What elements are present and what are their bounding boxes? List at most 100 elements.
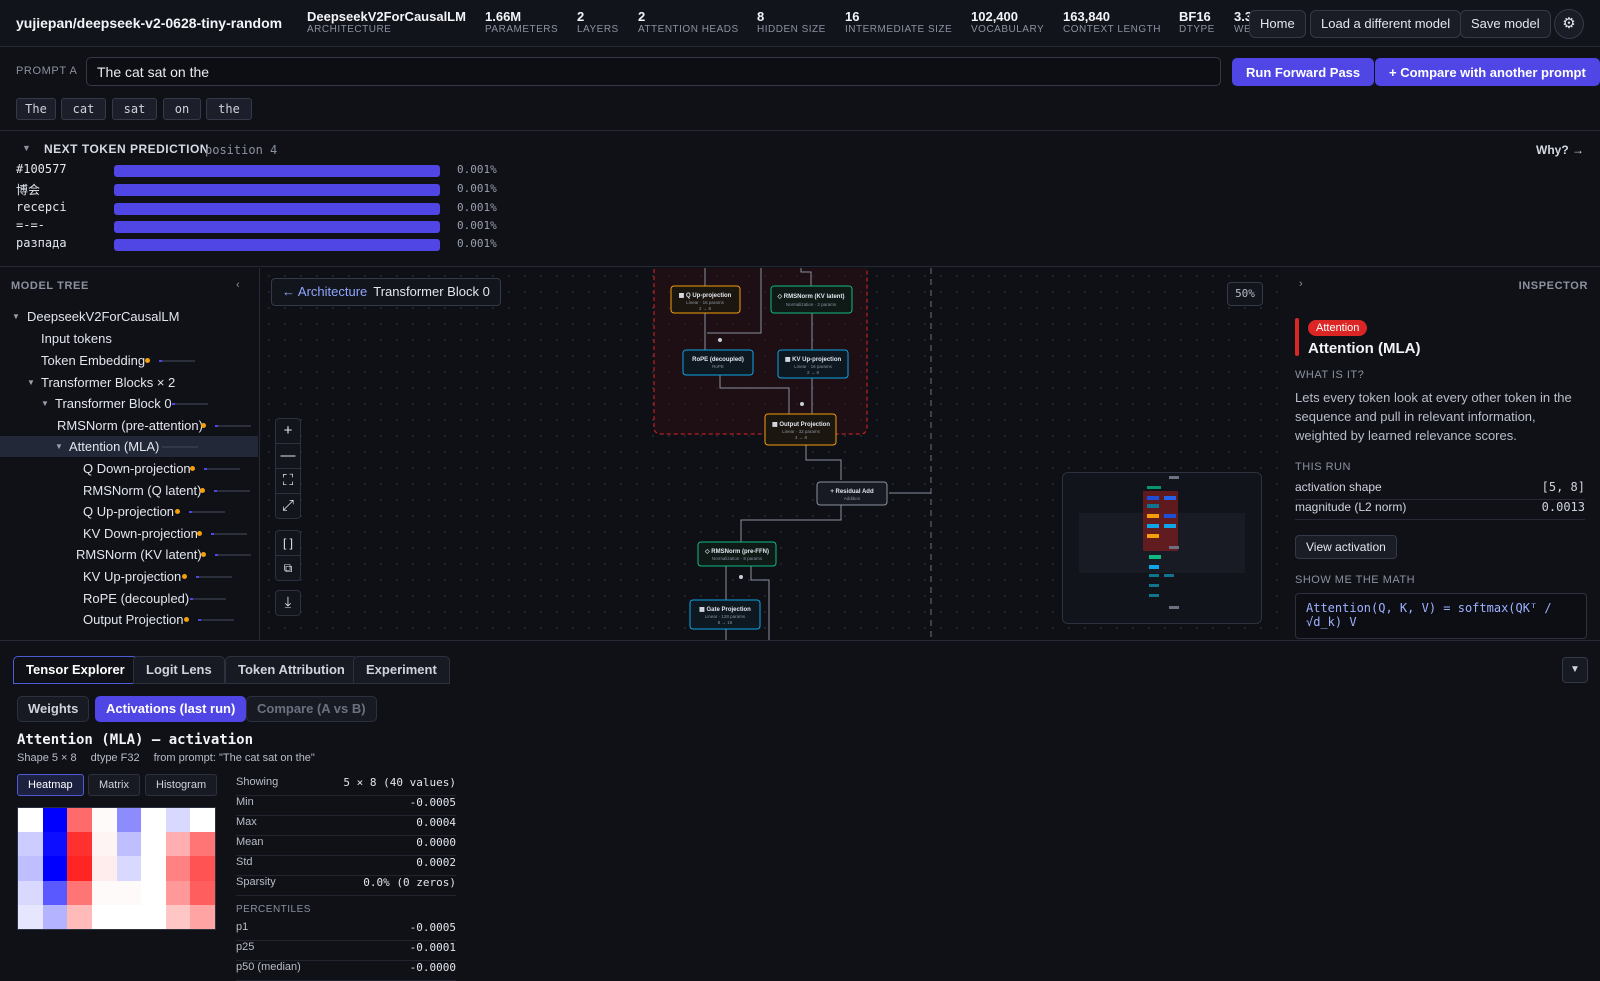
tree-item-input-tokens[interactable]: Input tokens	[0, 328, 258, 349]
token-chip[interactable]: cat	[61, 98, 106, 120]
heatmap-cell[interactable]	[141, 880, 166, 905]
heatmap-cell[interactable]	[67, 880, 92, 905]
token-chip[interactable]: the	[206, 98, 252, 120]
run-forward-pass-button[interactable]: Run Forward Pass	[1232, 58, 1375, 86]
caret-down-icon[interactable]: ▼	[55, 436, 63, 457]
collapse-inspector-icon[interactable]: ›	[1299, 278, 1303, 290]
heatmap-cell[interactable]	[42, 832, 68, 857]
heatmap-cell[interactable]	[18, 904, 43, 929]
matrix-view-button[interactable]: Matrix	[88, 774, 140, 796]
collapse-sidebar-icon[interactable]: ‹	[236, 279, 240, 291]
activations-toggle[interactable]: Activations (last run)	[95, 696, 247, 722]
graph-canvas[interactable]: ▦ Q Up-projection Linear · 16 params 2 →…	[261, 268, 1280, 640]
back-to-architecture-link[interactable]: ← Architecture	[282, 284, 367, 299]
heatmap-cell[interactable]	[141, 832, 166, 857]
tree-item-rmsnorm-q-latent[interactable]: RMSNorm (Q latent)	[0, 480, 258, 501]
heatmap-cell[interactable]	[42, 880, 68, 905]
why-link[interactable]: Why? →	[1536, 143, 1584, 157]
token-chip[interactable]: The	[16, 98, 56, 120]
save-model-button[interactable]: Save model	[1460, 10, 1551, 38]
heatmap-cell[interactable]	[91, 880, 117, 905]
gear-icon[interactable]: ⚙	[1554, 9, 1584, 39]
tree-item-kv-up-projection[interactable]: KV Up-projection	[0, 566, 258, 587]
caret-down-icon[interactable]: ▼	[12, 306, 20, 327]
heatmap-cell[interactable]	[67, 856, 92, 881]
caret-down-icon[interactable]: ▼	[27, 372, 35, 393]
token-chip[interactable]: sat	[112, 98, 157, 120]
heatmap-cell[interactable]	[116, 832, 142, 857]
heatmap-cell[interactable]	[165, 832, 191, 857]
heatmap-cell[interactable]	[91, 904, 117, 929]
node-residual-add[interactable]: + Residual Add Addition	[816, 481, 888, 506]
tab-token-attribution[interactable]: Token Attribution	[225, 656, 358, 684]
heatmap-cell[interactable]	[190, 880, 215, 905]
heatmap-cell[interactable]	[165, 880, 191, 905]
load-model-button[interactable]: Load a different model	[1310, 10, 1462, 38]
heatmap-cell[interactable]	[67, 808, 92, 833]
heatmap-cell[interactable]	[18, 880, 43, 905]
tab-logit-lens[interactable]: Logit Lens	[133, 656, 225, 684]
compare-prompt-button[interactable]: + Compare with another prompt	[1375, 58, 1600, 86]
heatmap-cell[interactable]	[141, 856, 166, 881]
heatmap-cell[interactable]	[165, 904, 191, 929]
tree-item-q-up-projection[interactable]: Q Up-projection	[0, 501, 258, 522]
brackets-icon[interactable]: [ ]	[275, 530, 301, 556]
heatmap-cell[interactable]	[190, 808, 215, 833]
heatmap-cell[interactable]	[165, 856, 191, 881]
heatmap-cell[interactable]	[67, 832, 92, 857]
tree-item-rmsnorm-pre-attention[interactable]: RMSNorm (pre-attention)	[0, 415, 258, 436]
minimap[interactable]	[1062, 472, 1262, 624]
node-kv-up-projection[interactable]: ▦ KV Up-projection Linear · 16 params 2 …	[777, 349, 849, 379]
heatmap-cell[interactable]	[141, 808, 166, 833]
chevron-down-icon[interactable]: ▼	[1562, 657, 1588, 683]
heatmap-view-button[interactable]: Heatmap	[17, 774, 84, 796]
heatmap-cell[interactable]	[116, 856, 142, 881]
show-math-heading[interactable]: SHOW ME THE MATH	[1295, 574, 1415, 586]
tab-tensor-explorer[interactable]: Tensor Explorer	[13, 656, 138, 684]
tree-item-attention-mla[interactable]: ▼ Attention (MLA)	[0, 436, 258, 457]
view-activation-button[interactable]: View activation	[1295, 535, 1397, 559]
heatmap-cell[interactable]	[91, 832, 117, 857]
tree-item-transformer-block-0[interactable]: ▼ Transformer Block 0	[0, 393, 258, 414]
home-button[interactable]: Home	[1249, 10, 1306, 38]
token-chip[interactable]: on	[163, 98, 201, 120]
heatmap-cell[interactable]	[18, 808, 43, 833]
heatmap-cell[interactable]	[91, 856, 117, 881]
node-q-up-projection[interactable]: ▦ Q Up-projection Linear · 16 params 2 →…	[670, 285, 741, 314]
weights-toggle[interactable]: Weights	[17, 696, 90, 722]
heatmap-cell[interactable]	[67, 904, 92, 929]
collapse-caret-icon[interactable]: ▼	[22, 143, 31, 153]
node-rope-decoupled[interactable]: RoPE (decoupled) RoPE	[682, 349, 754, 376]
heatmap-cell[interactable]	[42, 856, 68, 881]
heatmap-cell[interactable]	[116, 904, 142, 929]
heatmap-cell[interactable]	[190, 856, 215, 881]
fit-view-icon[interactable]: ⛶	[275, 468, 301, 494]
tree-item-token-embedding[interactable]: Token Embedding	[0, 350, 258, 371]
tree-item-root[interactable]: ▼ DeepseekV2ForCausalLM	[0, 306, 258, 327]
tree-item-q-down-projection[interactable]: Q Down-projection	[0, 458, 258, 479]
heatmap-cell[interactable]	[91, 808, 117, 833]
heatmap-cell[interactable]	[165, 808, 191, 833]
heatmap-cell[interactable]	[116, 808, 142, 833]
prompt-input[interactable]	[86, 57, 1221, 86]
expand-icon[interactable]: ⤢	[275, 493, 301, 519]
copy-icon[interactable]: ⧉	[275, 555, 301, 581]
caret-down-icon[interactable]: ▼	[41, 393, 49, 414]
zoom-in-icon[interactable]: +	[275, 418, 301, 444]
histogram-view-button[interactable]: Histogram	[145, 774, 218, 796]
heatmap-cell[interactable]	[42, 904, 68, 929]
tree-item-transformer-blocks[interactable]: ▼ Transformer Blocks × 2	[0, 372, 258, 393]
heatmap-cell[interactable]	[42, 808, 68, 833]
tree-item-output-projection[interactable]: Output Projection	[0, 609, 258, 630]
heatmap-cell[interactable]	[190, 904, 215, 929]
zoom-out-icon[interactable]: —	[275, 443, 301, 469]
node-output-projection[interactable]: ▦ Output Projection Linear · 32 params 4…	[764, 413, 837, 446]
activation-heatmap[interactable]	[17, 807, 216, 930]
heatmap-cell[interactable]	[18, 832, 43, 857]
heatmap-cell[interactable]	[190, 832, 215, 857]
tab-experiment[interactable]: Experiment	[353, 656, 450, 684]
heatmap-cell[interactable]	[141, 904, 166, 929]
heatmap-cell[interactable]	[18, 856, 43, 881]
node-gate-projection[interactable]: ▦ Gate Projection Linear · 128 params 8 …	[689, 599, 761, 630]
heatmap-cell[interactable]	[116, 880, 142, 905]
